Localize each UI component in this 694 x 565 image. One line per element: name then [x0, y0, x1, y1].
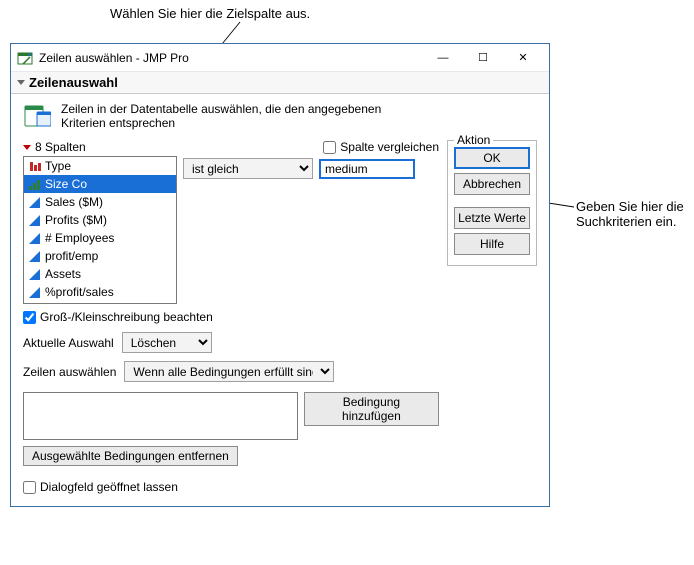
column-item-label: profit/emp	[45, 249, 98, 263]
dialog-window: Zeilen auswählen - JMP Pro — ☐ ✕ Zeilena…	[10, 43, 550, 507]
column-item-label: Sales ($M)	[45, 195, 103, 209]
help-button[interactable]: Hilfe	[454, 233, 530, 255]
column-type-icon	[28, 250, 41, 263]
columns-count-label: 8 Spalten	[35, 140, 86, 154]
annotation-right: Geben Sie hier die Suchkriterien ein.	[576, 199, 691, 229]
column-item[interactable]: Sales ($M)	[24, 193, 176, 211]
column-item-label: Profits ($M)	[45, 213, 107, 227]
keep-open-checkbox[interactable]	[23, 481, 36, 494]
remove-condition-button[interactable]: Ausgewählte Bedingungen entfernen	[23, 446, 238, 466]
case-sensitive-label: Groß-/Kleinschreibung beachten	[40, 310, 213, 324]
recall-button[interactable]: Letzte Werte	[454, 207, 530, 229]
column-item[interactable]: Profits ($M)	[24, 211, 176, 229]
column-type-icon	[28, 286, 41, 299]
conditions-list[interactable]	[23, 392, 298, 440]
action-panel: Aktion OK Abbrechen Letzte Werte Hilfe	[447, 140, 537, 266]
disclosure-triangle-icon	[17, 80, 25, 85]
column-type-icon	[28, 160, 41, 173]
columns-list[interactable]: Type Size Co Sales ($M) Profits ($M) # Emplo…	[23, 156, 177, 304]
add-condition-button[interactable]: Bedingung hinzufügen	[304, 392, 439, 426]
column-type-icon	[28, 196, 41, 209]
column-type-icon	[28, 178, 41, 191]
titlebar[interactable]: Zeilen auswählen - JMP Pro — ☐ ✕	[11, 44, 549, 72]
operator-select[interactable]: ist gleich	[183, 158, 313, 179]
action-legend: Aktion	[454, 133, 493, 147]
close-button[interactable]: ✕	[503, 45, 543, 71]
cancel-button[interactable]: Abbrechen	[454, 173, 530, 195]
columns-header[interactable]: 8 Spalten	[23, 140, 177, 154]
column-item-label: Size Co	[45, 177, 87, 191]
columns-menu-icon	[23, 145, 31, 150]
panel-disclosure[interactable]: Zeilenauswahl	[11, 72, 549, 94]
column-type-icon	[28, 214, 41, 227]
current-selection-label: Aktuelle Auswahl	[23, 336, 114, 350]
minimize-button[interactable]: —	[423, 45, 463, 71]
select-rows-mode[interactable]: Wenn alle Bedingungen erfüllt sind	[124, 361, 334, 382]
panel-icon	[23, 102, 51, 130]
column-item-label: %profit/sales	[45, 285, 114, 299]
app-icon	[17, 50, 33, 66]
column-item[interactable]: Size Co	[24, 175, 176, 193]
column-item[interactable]: profit/emp	[24, 247, 176, 265]
column-item-label: # Employees	[45, 231, 114, 245]
compare-column-checkbox[interactable]	[323, 141, 336, 154]
compare-column-label: Spalte vergleichen	[340, 140, 439, 154]
window-title: Zeilen auswählen - JMP Pro	[39, 51, 423, 65]
ok-button[interactable]: OK	[454, 147, 530, 169]
column-item-label: Type	[45, 159, 71, 173]
select-rows-label: Zeilen auswählen	[23, 365, 116, 379]
column-type-icon	[28, 232, 41, 245]
column-item[interactable]: # Employees	[24, 229, 176, 247]
panel-description: Zeilen in der Datentabelle auswählen, di…	[61, 102, 401, 130]
column-item[interactable]: %profit/sales	[24, 283, 176, 301]
column-type-icon	[28, 268, 41, 281]
maximize-button[interactable]: ☐	[463, 45, 503, 71]
annotation-top: Wählen Sie hier die Zielspalte aus.	[110, 6, 310, 21]
case-sensitive-checkbox[interactable]	[23, 311, 36, 324]
column-item[interactable]: Type	[24, 157, 176, 175]
keep-open-label: Dialogfeld geöffnet lassen	[40, 480, 178, 494]
column-item-label: Assets	[45, 267, 81, 281]
current-selection-select[interactable]: Löschen	[122, 332, 212, 353]
column-item[interactable]: Assets	[24, 265, 176, 283]
value-input[interactable]	[319, 159, 415, 179]
panel-title: Zeilenauswahl	[29, 75, 118, 90]
